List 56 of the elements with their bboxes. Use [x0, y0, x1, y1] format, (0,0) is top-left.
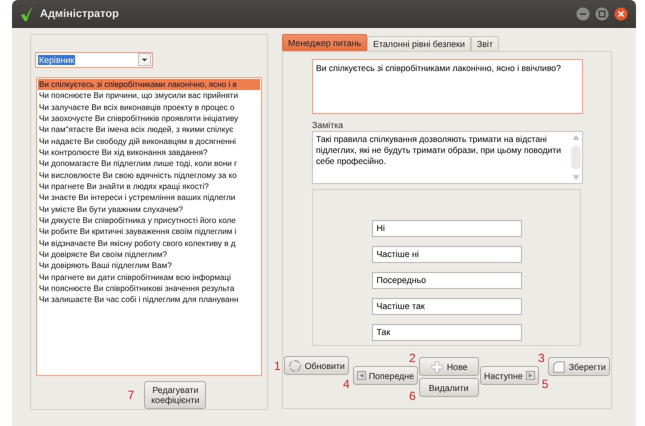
step-number: 6	[409, 390, 416, 402]
edit-coefficients-button[interactable]: Редагувати коефіцієнти	[144, 381, 206, 409]
question-item[interactable]: Чи допомагаєте Ви підлеглим лише тоді, коли вони г	[38, 158, 260, 170]
document-icon	[552, 360, 566, 374]
question-item[interactable]: Чи дякуєте Ви співробітника у присутності його коле	[38, 215, 260, 226]
right-arrow-icon	[526, 371, 535, 380]
answer-field[interactable]: Так	[372, 324, 522, 341]
step-number: 4	[343, 378, 350, 390]
next-button[interactable]: Наступне	[480, 366, 539, 385]
step-number: 3	[538, 352, 545, 364]
question-item[interactable]: Чи довіряєте Ви своїм підлеглим?	[38, 249, 260, 260]
question-item[interactable]: Чи прагнете ви дати співробітникам всю інформаці	[38, 272, 260, 284]
delete-button[interactable]: Видалити	[418, 378, 479, 397]
step-number: 2	[409, 352, 416, 364]
step-number: 1	[274, 360, 281, 372]
prev-button[interactable]: Попередне	[352, 366, 418, 385]
question-item[interactable]: Чи прагнете Ви знайти в людях кращі якості?	[38, 181, 260, 192]
step-number: 7	[128, 388, 134, 402]
role-dropdown[interactable]: Керівник	[35, 52, 153, 68]
question-item[interactable]: Чи умієте Ви бути уважним слухачем?	[38, 204, 260, 216]
question-field[interactable]: Ви спілкуєтесь зі співробітниками лаконічно, ясно і ввічливо?	[312, 59, 583, 114]
window-title: Адміністратор	[40, 8, 120, 20]
answer-field[interactable]: Посередньо	[372, 272, 522, 289]
question-item[interactable]: Чи відзначаєте Ви якісну роботу свого колективу в д	[38, 238, 260, 250]
left-arrow-icon	[356, 371, 366, 380]
question-item[interactable]: Чи пояснюєте Ви причини, що змусили вас прийняти	[38, 90, 260, 102]
save-button[interactable]: Зберегти	[548, 357, 610, 376]
answer-field[interactable]: Частіше ні	[372, 246, 522, 263]
note-field[interactable]: Такі правила спілкування дозволяють тримати на відстані підлеглих, які не будуть тримати образи, при цьому поводити себе професійно.	[312, 131, 583, 184]
question-item[interactable]: Чи висловлюєте Ви свою вдячність підлеглому за ко	[38, 170, 260, 182]
question-item[interactable]: Чи довіряють Ваші підлеглим Вам?	[38, 260, 260, 272]
plus-icon	[430, 360, 444, 374]
new-button[interactable]: Нове	[418, 357, 479, 376]
tab[interactable]: Еталонні рівні безпеки	[367, 36, 471, 51]
refresh-icon	[288, 358, 302, 372]
question-item[interactable]: Чи знаєте Ви інтереси і устремління ваших підлегли	[38, 192, 260, 204]
question-item[interactable]: Чи контролюєте Ви хід виконання завдання?	[38, 146, 260, 158]
question-item[interactable]: Чи надаєте Ви свободу дій виконавцям в досягненні	[38, 136, 260, 147]
tab[interactable]: Звіт	[470, 36, 499, 51]
note-label: Замітка	[312, 120, 344, 131]
close-button[interactable]	[614, 7, 628, 21]
answer-field[interactable]: Ні	[372, 220, 522, 237]
tab[interactable]: Менеджер питань	[282, 34, 368, 51]
question-item[interactable]: Чи залучаєте Ви всіх виконавців проекту в процес о	[38, 102, 260, 113]
question-item[interactable]: Ви спілкуєтесь зі співробітниками лаконічно, ясно і в	[38, 78, 260, 90]
question-item[interactable]: Чи залишаєте Ви час собі і підлеглим для плануванн	[38, 294, 260, 306]
step-number: 5	[542, 378, 548, 390]
question-item[interactable]: Чи пам"ятаєте Ви імена всіх людей, з якими спілкує	[38, 124, 260, 136]
question-item[interactable]: Чи робите Ви критичні зауваження своїм підлеглим і	[38, 226, 260, 238]
minimize-button[interactable]	[576, 7, 590, 21]
question-item[interactable]: Чи заохочуєте Ви співробітників проявляти ініціативу	[38, 112, 260, 124]
answer-field[interactable]: Частіше так	[372, 298, 522, 315]
checkmark-icon	[20, 6, 34, 22]
refresh-button[interactable]: Обновити	[284, 356, 349, 375]
maximize-button[interactable]	[595, 7, 609, 21]
question-item[interactable]: Чи пояснюєте Ви співробітникові значення результа	[38, 283, 260, 294]
